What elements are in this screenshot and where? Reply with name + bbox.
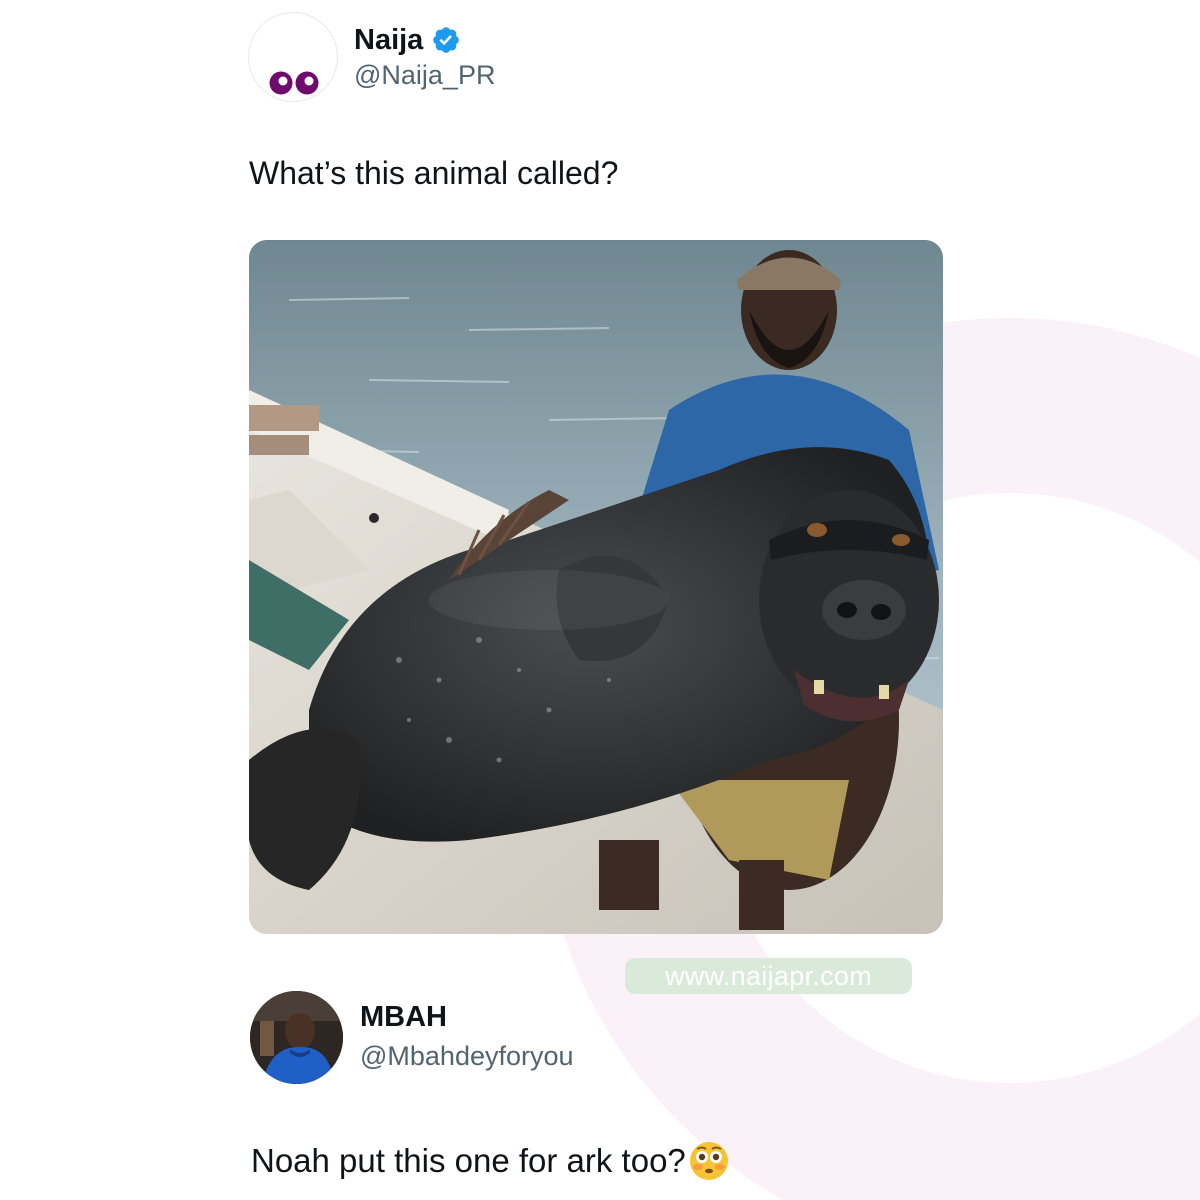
tweet-text: What’s this animal called? — [249, 155, 619, 191]
author-name-row: Naija — [354, 22, 461, 58]
tweet-card: Naija @Naija_PR What’s this animal calle… — [0, 0, 1200, 1200]
author-avatar[interactable] — [248, 12, 338, 102]
reply-text: Noah put this one for ark too? — [251, 1142, 686, 1180]
reply-author-handle[interactable]: @Mbahdeyforyou — [360, 1043, 574, 1070]
site-watermark: www.naijapr.com — [625, 958, 912, 994]
purple-eyes-logo-icon — [269, 71, 319, 95]
reply-text-row: Noah put this one for ark too? — [251, 1140, 730, 1182]
tweet-photo[interactable] — [249, 240, 943, 934]
reply-author-display-name[interactable]: MBAH — [360, 1003, 447, 1032]
flushed-face-icon — [689, 1142, 728, 1180]
reply-author-avatar[interactable] — [250, 991, 343, 1084]
screenshot-canvas: Naija @Naija_PR What’s this animal calle… — [0, 0, 1200, 1200]
fish-gorilla-photo — [249, 240, 943, 934]
author-handle[interactable]: @Naija_PR — [354, 62, 495, 89]
user-avatar-photo — [250, 991, 343, 1084]
verified-badge-icon — [433, 27, 460, 53]
author-display-name[interactable]: Naija — [354, 25, 423, 55]
